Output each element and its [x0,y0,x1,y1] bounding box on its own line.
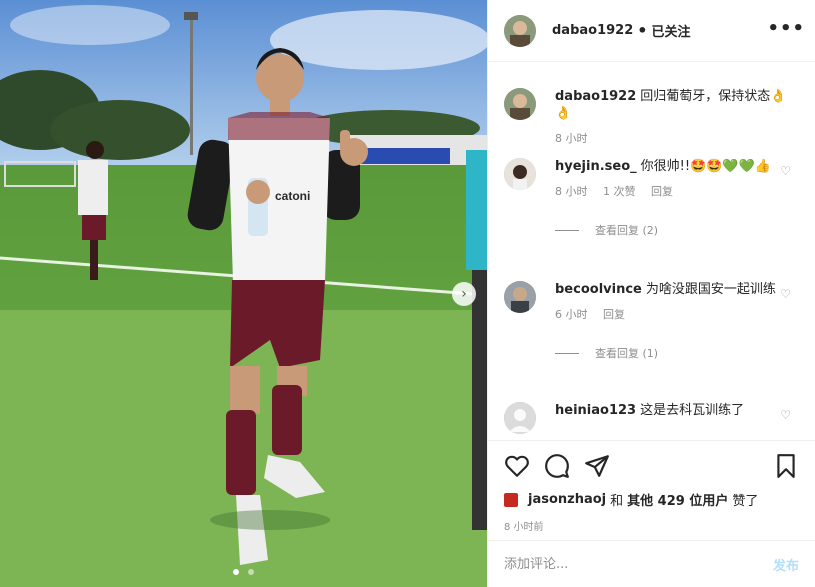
avatar[interactable] [504,88,536,120]
reply-button[interactable]: 回复 [651,185,673,198]
view-replies-label: 查看回复 (1) [595,347,659,360]
liker-avatar-icon[interactable] [504,492,518,507]
comment-text: 你很帅!!🤩🤩💚💚👍 [640,159,771,174]
avatar[interactable] [504,14,536,47]
likes-suffix: 赞了 [732,494,759,509]
likes-others[interactable]: 其他 429 位用户 [627,490,728,509]
list-item: hyejin.seo_ 你很帅!!🤩🤩💚💚👍 8 小时 1 次赞 回复 查看回复 … [504,158,799,239]
default-avatar-icon [504,402,536,434]
comment-input[interactable] [504,556,773,572]
view-replies-button[interactable]: 查看回复 (1) [555,345,799,362]
liker-username[interactable]: jasonzhaoj [528,492,606,507]
carousel-dot [248,569,255,575]
avatar-image-icon [504,158,536,190]
post-actions: jasonzhaoj 和 其他 429 位用户 赞了 8 小时前 [488,440,815,540]
bookmark-icon[interactable] [773,453,799,479]
share-icon[interactable] [584,453,610,479]
comment-time: 6 小时 [555,308,588,321]
avatar-image-icon [504,14,536,47]
list-item: becoolvince 为啥没跟国安一起训练 6 小时 回复 查看回复 (1) ♡ [504,281,799,362]
comment-form: 发布 [488,540,815,587]
comment-username[interactable]: hyejin.seo_ [555,159,637,174]
carousel-dot [232,569,239,575]
like-comment-heart-icon[interactable]: ♡ [780,408,791,422]
list-item: heiniao123 这是去科瓦训练了 ♡ [504,402,799,434]
photo-illustration: catoni [0,0,487,587]
avatar[interactable] [504,281,536,313]
likes-summary: jasonzhaoj 和 其他 429 位用户 赞了 [504,490,758,509]
comment-time: 8 小时 [555,185,588,198]
post-panel: dabao1922 • 已关注 ••• dabao1922 回归葡萄牙，保持状态👌… [487,0,815,587]
avatar-image-icon [504,281,536,313]
view-replies-label: 查看回复 (2) [595,224,659,237]
like-comment-heart-icon[interactable]: ♡ [780,164,791,178]
avatar[interactable] [504,402,536,434]
next-arrow-icon[interactable]: › [452,282,476,306]
comments-list: dabao1922 回归葡萄牙，保持状态👌👌 8 小时 hyejin.seo_ 你很… [488,62,815,440]
heart-icon[interactable] [504,453,530,479]
follow-status-button[interactable]: 已关注 [652,21,691,40]
post-time[interactable]: 8 小时前 [504,518,544,533]
view-replies-button[interactable]: 查看回复 (2) [555,222,799,239]
header-username[interactable]: dabao1922 [552,23,633,38]
comment-text: 为啥没跟国安一起训练 [645,282,776,297]
divider [555,230,579,231]
avatar[interactable] [504,158,536,190]
post-button[interactable]: 发布 [773,555,799,574]
comment-icon[interactable] [544,453,570,479]
carousel-dots [0,560,487,579]
reply-button[interactable]: 回复 [603,308,625,321]
action-icons [504,453,799,479]
like-comment-heart-icon[interactable]: ♡ [780,287,791,301]
comment-text: 这是去科瓦训练了 [640,403,745,418]
caption-username[interactable]: dabao1922 [555,89,636,104]
comment-username[interactable]: becoolvince [555,282,642,297]
post-photo: catoni › [0,0,487,587]
more-icon[interactable]: ••• [767,18,805,39]
caption-time: 8 小时 [555,132,588,145]
caption: dabao1922 回归葡萄牙，保持状态👌👌 8 小时 [504,88,799,147]
bib-text: catoni [275,189,310,203]
post-header: dabao1922 • 已关注 ••• [488,0,815,62]
separator: • [637,21,648,40]
likes-connector: 和 [610,494,624,509]
comment-username[interactable]: heiniao123 [555,403,636,418]
avatar-image-icon [504,88,536,120]
comment-likes[interactable]: 1 次赞 [603,185,636,198]
divider [555,353,579,354]
